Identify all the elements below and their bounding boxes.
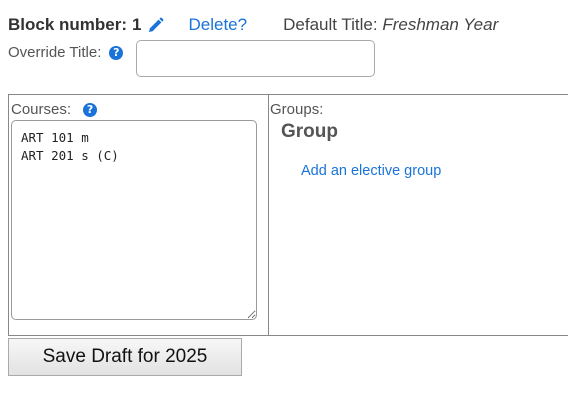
block-number-label: Block number: xyxy=(8,15,128,34)
groups-label: Groups: xyxy=(270,101,324,118)
block-number-value: 1 xyxy=(132,15,142,34)
override-title-label: Override Title: xyxy=(8,44,102,61)
courses-label: Courses: xyxy=(11,101,72,118)
default-title-value: Freshman Year xyxy=(382,15,499,34)
default-title-label: Default Title: xyxy=(283,15,378,34)
add-elective-group-link[interactable]: Add an elective group xyxy=(301,163,441,179)
block-content-table: Courses: ? Groups: Group Add an elective… xyxy=(8,94,568,336)
pencil-icon[interactable] xyxy=(147,17,164,34)
save-draft-button[interactable]: Save Draft for 2025 xyxy=(8,338,242,376)
question-circle-icon[interactable]: ? xyxy=(83,102,98,117)
block-editor: Block number: 1 Delete? Default Title: F… xyxy=(0,0,568,397)
block-header: Block number: 1 Delete? Default Title: F… xyxy=(8,14,498,36)
default-title: Default Title: Freshman Year xyxy=(283,15,498,35)
question-circle-icon[interactable]: ? xyxy=(109,45,124,60)
override-title-label-row: Override Title: ? xyxy=(8,44,124,61)
groups-cell: Groups: Group Add an elective group xyxy=(270,95,568,335)
override-title-input[interactable] xyxy=(136,40,375,77)
delete-link[interactable]: Delete? xyxy=(189,15,248,35)
courses-textarea[interactable] xyxy=(11,120,257,320)
courses-cell: Courses: ? xyxy=(9,95,269,335)
courses-label-row: Courses: ? xyxy=(11,101,98,118)
group-heading: Group xyxy=(281,121,338,142)
